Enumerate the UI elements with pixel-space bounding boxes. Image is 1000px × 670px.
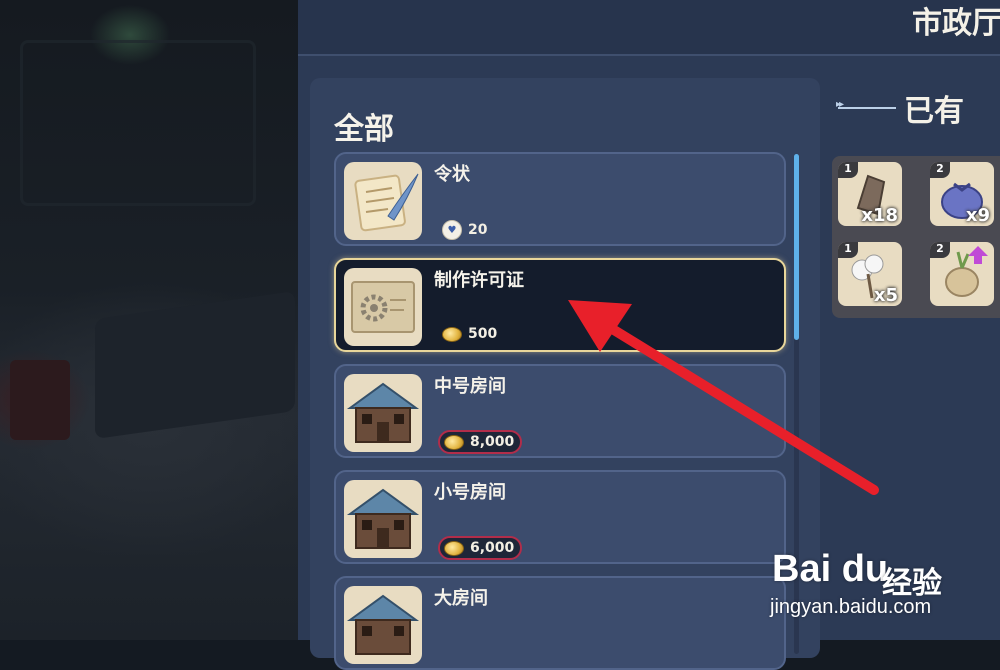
- list-item-small-room[interactable]: 小号房间 6,000: [334, 470, 786, 564]
- house-icon: [344, 480, 422, 558]
- slot-level: 2: [930, 162, 950, 178]
- top-bar: 市政厅: [298, 0, 1000, 56]
- item-name: 制作许可证: [434, 270, 524, 291]
- item-price-insufficient: 8,000: [438, 430, 523, 454]
- scrollbar-thumb[interactable]: [794, 154, 799, 340]
- scene-bench: [95, 290, 295, 440]
- item-name: 小号房间: [434, 482, 506, 503]
- item-name: 中号房间: [434, 376, 506, 397]
- item-list-panel: 全部 令状 ♥ 20 制作许可证 500 中号房间 8,000 小号房间 6,0…: [310, 78, 820, 670]
- item-name: 令状: [434, 164, 470, 185]
- material-slot[interactable]: 2: [930, 242, 994, 306]
- item-price: ♥ 20: [438, 218, 493, 242]
- house-icon: [344, 374, 422, 452]
- owned-title: 已有: [904, 94, 964, 129]
- coin-icon: [444, 434, 464, 450]
- item-price-value: 500: [468, 326, 498, 342]
- category-title: 全部: [334, 112, 394, 147]
- list-item-writ[interactable]: 令状 ♥ 20: [334, 152, 786, 246]
- item-name: 大房间: [434, 588, 488, 609]
- house-icon: [344, 586, 422, 664]
- material-slot[interactable]: 2 x9: [930, 162, 994, 226]
- watermark-logo: Bai du: [772, 548, 889, 590]
- owned-header: 已有: [836, 86, 964, 130]
- coin-icon: [444, 540, 464, 556]
- material-slot[interactable]: 1 x18: [838, 162, 902, 226]
- slot-level: 2: [930, 242, 950, 258]
- list-item-large-room[interactable]: 大房间: [334, 576, 786, 670]
- token-icon: ♥: [442, 220, 462, 240]
- item-price-value: 8,000: [470, 434, 515, 450]
- item-price-value: 20: [468, 222, 488, 238]
- item-price: 500: [438, 324, 503, 344]
- item-price-insufficient: 6,000: [438, 536, 523, 560]
- scene-railing: [20, 40, 256, 206]
- slot-level: 1: [838, 242, 858, 258]
- slot-quantity: x9: [965, 205, 990, 226]
- game-scene-background: [0, 0, 298, 640]
- scene-crate: [10, 360, 70, 440]
- material-slot[interactable]: 1 x5: [838, 242, 902, 306]
- slot-quantity: x5: [873, 285, 898, 306]
- slot-level: 1: [838, 162, 858, 178]
- window-title: 市政厅: [912, 6, 1000, 41]
- slot-quantity: x18: [861, 205, 898, 226]
- coin-icon: [442, 326, 462, 342]
- scroll-quill-icon: [344, 162, 422, 240]
- list-item-crafting-license[interactable]: 制作许可证 500: [334, 258, 786, 352]
- ornament-arrow-icon: [836, 99, 896, 110]
- watermark-url: jingyan.baidu.com: [770, 596, 932, 618]
- item-price-value: 6,000: [470, 540, 515, 556]
- license-gear-icon: [344, 268, 422, 346]
- shop-window: 市政厅 全部 令状 ♥ 20 制作许可证 500 中号房间 8,000 小号房间…: [298, 0, 1000, 670]
- owned-materials-grid: 1 x18 2 x9 1 x5 2: [832, 156, 1000, 318]
- list-item-medium-room[interactable]: 中号房间 8,000: [334, 364, 786, 458]
